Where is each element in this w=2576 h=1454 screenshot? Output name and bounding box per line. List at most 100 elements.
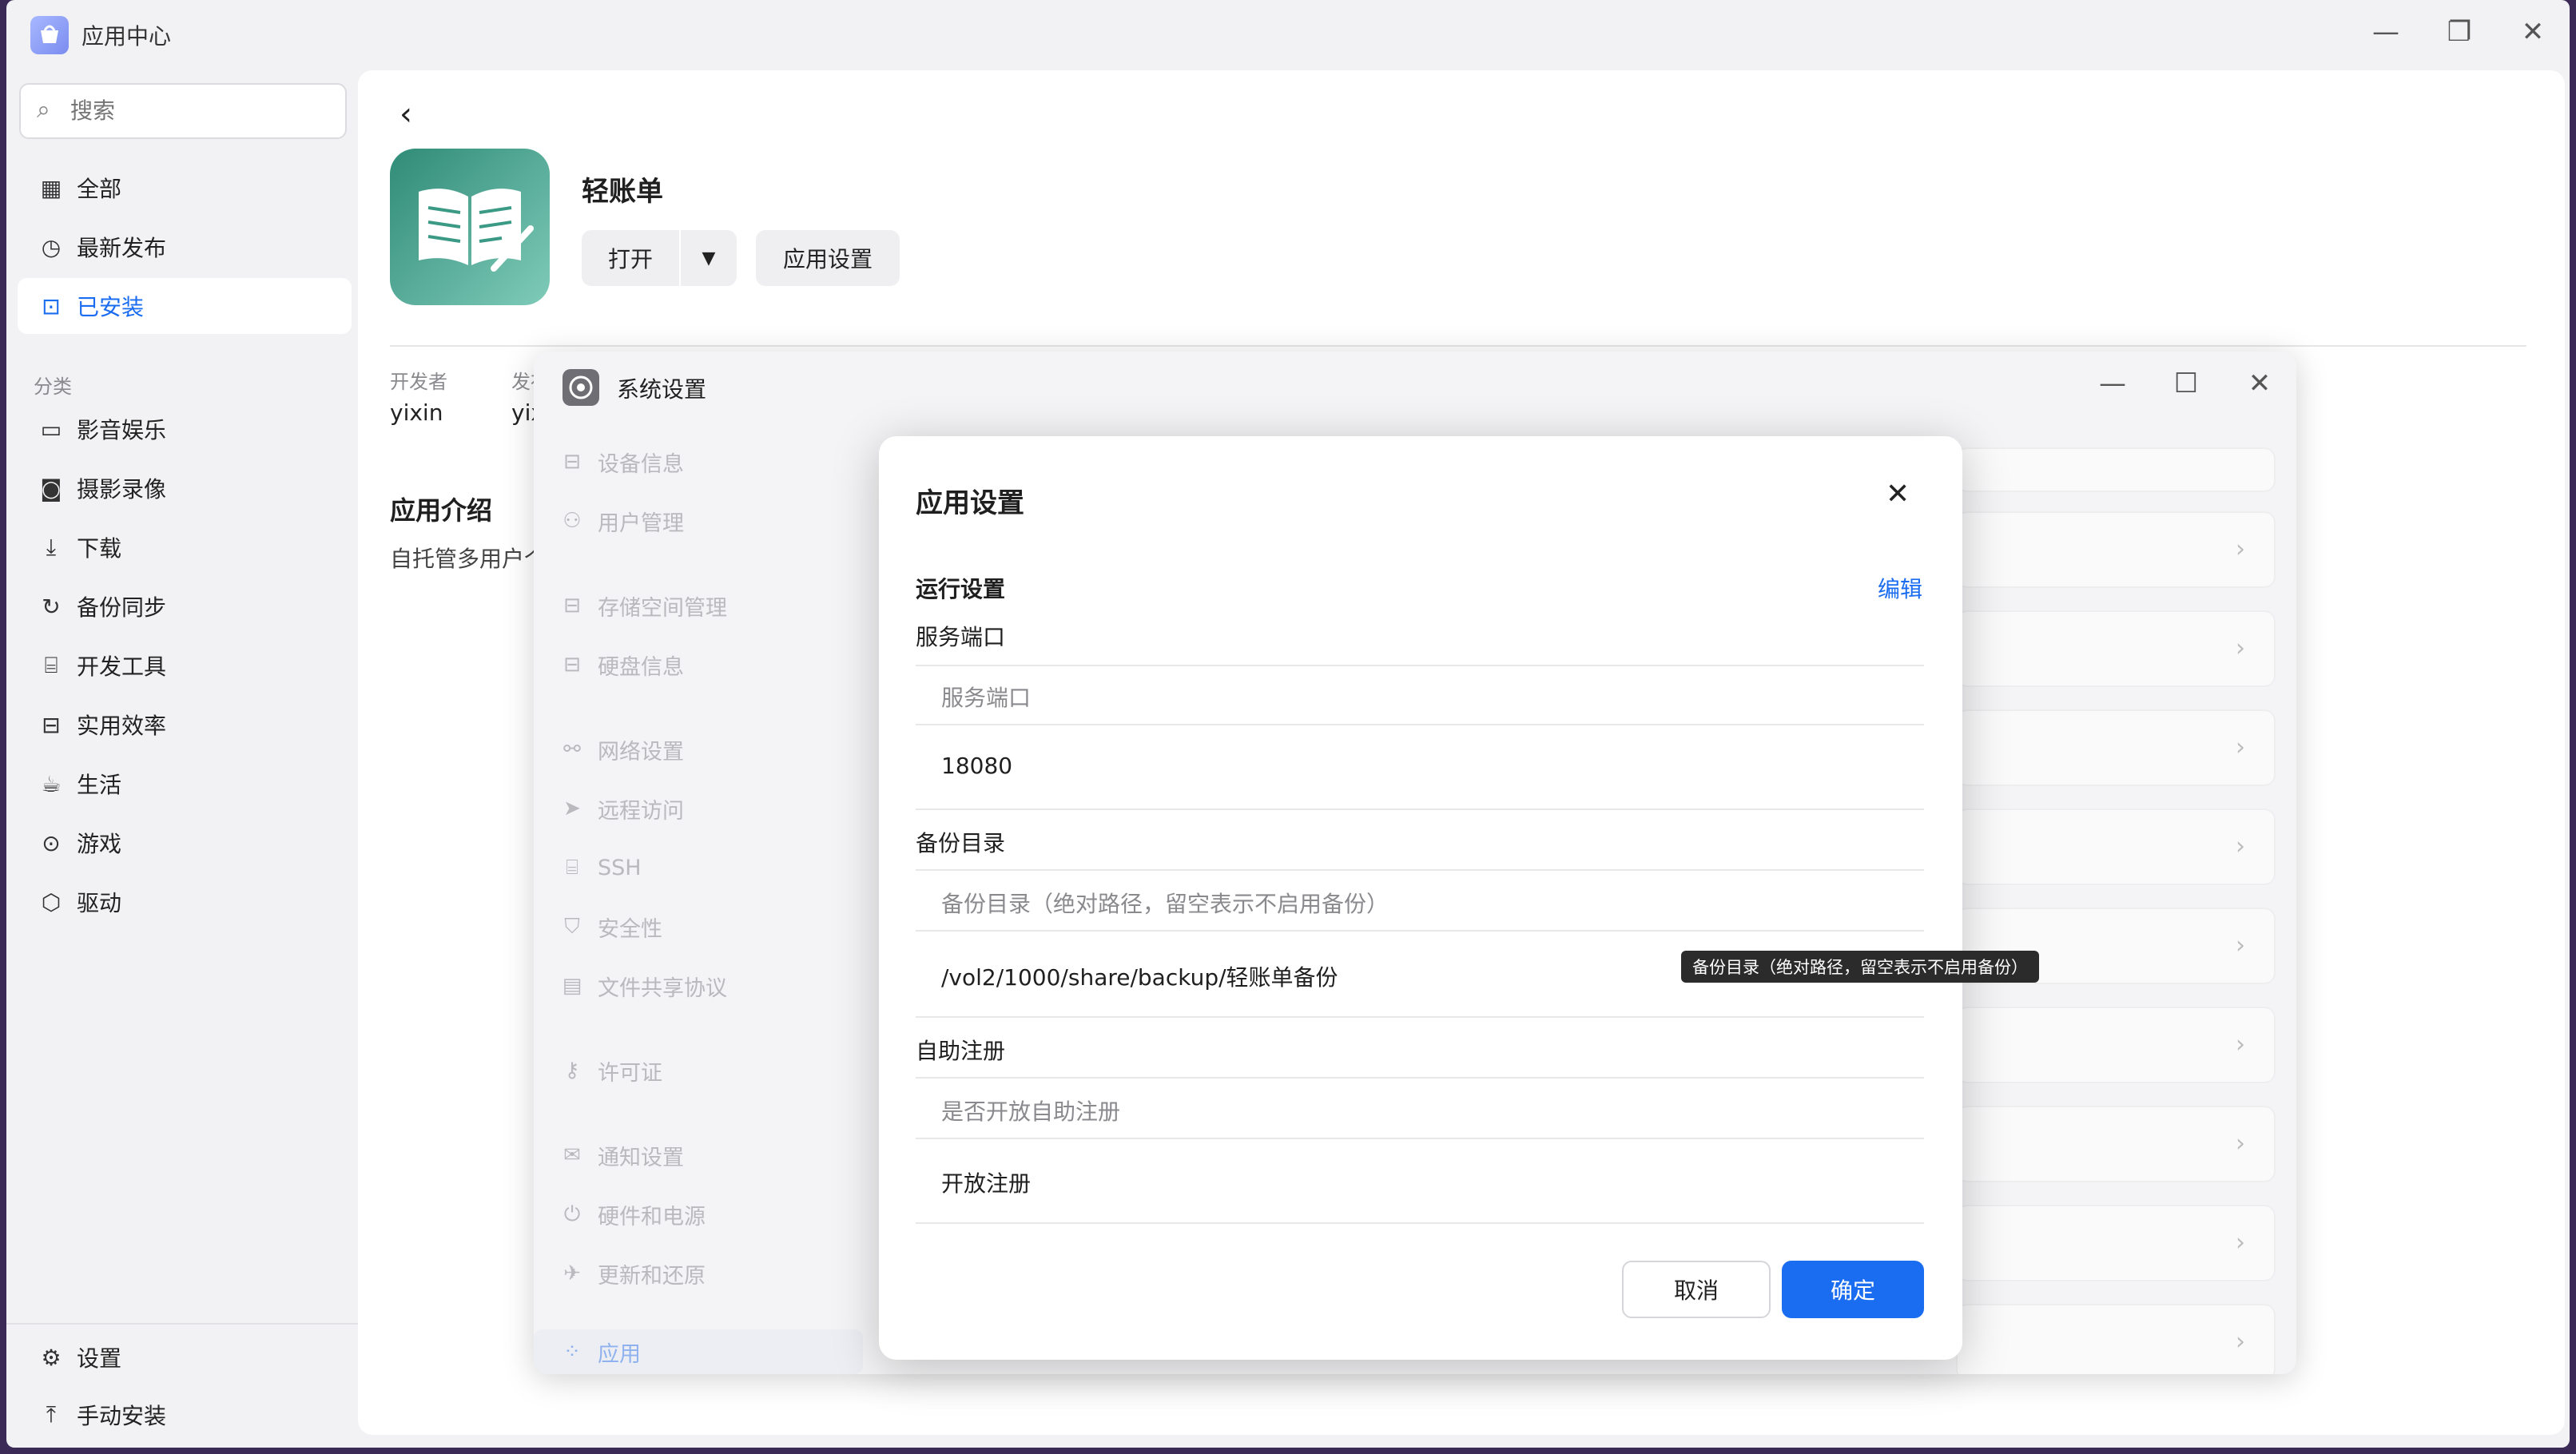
manual-install-label: 手动安装 <box>77 1403 167 1429</box>
background-row: › <box>1956 1007 2276 1083</box>
app-logo-icon <box>30 16 69 54</box>
open-button[interactable]: 打开 <box>582 230 679 286</box>
registration-value[interactable]: 开放注册 <box>941 1166 1031 1198</box>
menu-user-management[interactable]: ⚇ 用户管理 <box>534 499 853 543</box>
back-icon[interactable]: ‹ <box>400 96 412 133</box>
cube-icon: ⬡ <box>41 888 62 916</box>
menu-label: 许可证 <box>598 1060 662 1086</box>
confirm-button[interactable]: 确定 <box>1782 1261 1924 1318</box>
menu-label: 设备信息 <box>598 451 684 477</box>
briefcase-icon: ⊟ <box>42 711 61 738</box>
divider <box>916 1077 1924 1079</box>
clock-icon: ◷ <box>41 233 62 260</box>
cup-icon: ☕ <box>41 770 62 797</box>
app-settings-button[interactable]: 应用设置 <box>756 230 900 286</box>
code-icon: ⌸ <box>44 652 58 678</box>
video-icon: ▭ <box>40 415 62 443</box>
upload-icon: ⤒ <box>46 1401 57 1428</box>
intro-text: 自托管多用户个 <box>390 546 547 572</box>
port-value[interactable]: 18080 <box>941 753 1012 779</box>
cancel-button[interactable]: 取消 <box>1622 1261 1771 1318</box>
download-icon: ⤓ <box>46 534 57 560</box>
sync-icon: ↻ <box>42 593 61 620</box>
sidebar-divider <box>6 1323 358 1325</box>
menu-security[interactable]: ⛉ 安全性 <box>534 904 853 949</box>
category-label: 实用效率 <box>77 713 167 739</box>
dialog-close-icon[interactable]: ✕ <box>1886 478 1910 510</box>
category-heading: 分类 <box>34 375 72 398</box>
nav-label: 已安装 <box>77 294 145 320</box>
manual-install-item[interactable]: ⤒ 手动安装 <box>18 1387 352 1443</box>
backup-heading: 备份目录 <box>916 830 1006 856</box>
menu-label: 通知设置 <box>598 1145 684 1170</box>
file-icon: ▤ <box>562 974 582 998</box>
menu-label: 存储空间管理 <box>598 595 727 621</box>
category-item[interactable]: ⊟ 实用效率 <box>18 697 352 753</box>
backup-field-label: 备份目录（绝对路径，留空表示不启用备份） <box>941 891 1389 917</box>
gear-icon: ⚙ <box>41 1344 62 1371</box>
menu-apps[interactable]: ⁘ 应用 <box>534 1329 863 1374</box>
nav-item-installed[interactable]: ⊡ 已安装 <box>18 278 352 334</box>
app-icon <box>390 149 550 305</box>
menu-device-info[interactable]: ⊟ 设备信息 <box>534 439 853 484</box>
gamepad-icon: ⊙ <box>42 829 61 856</box>
title-bar: 应用中心 — ❐ ✕ <box>6 0 2570 70</box>
settings-minimize-button[interactable]: — <box>2089 367 2137 399</box>
minimize-button[interactable]: — <box>2362 16 2410 48</box>
category-item[interactable]: ↻ 备份同步 <box>18 578 352 634</box>
category-item[interactable]: ☕ 生活 <box>18 756 352 812</box>
menu-disk-info[interactable]: ⊟ 硬盘信息 <box>534 642 853 687</box>
divider <box>916 665 1924 666</box>
dialog-title: 应用设置 <box>916 487 1024 519</box>
menu-update-restore[interactable]: ✈ 更新和还原 <box>534 1251 853 1296</box>
category-item[interactable]: ◙ 摄影录像 <box>18 460 352 516</box>
mail-icon: ✉ <box>563 1143 581 1167</box>
settings-item[interactable]: ⚙ 设置 <box>18 1329 352 1385</box>
open-dropdown-button[interactable]: ▼ <box>681 230 737 286</box>
category-item[interactable]: ⤓ 下载 <box>18 519 352 575</box>
menu-notifications[interactable]: ✉ 通知设置 <box>534 1133 853 1178</box>
close-button[interactable]: ✕ <box>2509 16 2557 48</box>
divider <box>916 1016 1924 1018</box>
terminal-icon: ⌸ <box>566 855 578 880</box>
chevron-down-icon: ▼ <box>702 248 716 268</box>
drive-icon: ⊟ <box>563 450 581 474</box>
restore-button[interactable]: ❐ <box>2435 16 2483 48</box>
category-label: 备份同步 <box>77 594 167 621</box>
search-input[interactable] <box>69 94 336 128</box>
nav-item-all[interactable]: ▦ 全部 <box>18 160 352 216</box>
cancel-label: 取消 <box>1673 1277 1719 1304</box>
settings-maximize-button[interactable]: ☐ <box>2162 367 2210 399</box>
settings-close-button[interactable]: ✕ <box>2236 367 2284 399</box>
edit-link[interactable]: 编辑 <box>1878 572 1922 604</box>
menu-storage[interactable]: ⊟ 存储空间管理 <box>534 583 853 628</box>
menu-hardware-power[interactable]: ⏻ 硬件和电源 <box>534 1192 853 1237</box>
apps-icon: ⁘ <box>563 1340 581 1364</box>
category-item[interactable]: ⬡ 驱动 <box>18 874 352 930</box>
menu-label: 文件共享协议 <box>598 975 727 1001</box>
developer-label: 开发者 <box>390 371 447 393</box>
menu-network[interactable]: ⚯ 网络设置 <box>534 727 853 772</box>
divider <box>916 1138 1924 1139</box>
menu-remote-access[interactable]: ➤ 远程访问 <box>534 786 853 831</box>
category-label: 开发工具 <box>77 654 167 680</box>
section-title: 运行设置 <box>916 576 1006 602</box>
installed-icon: ⊡ <box>42 292 61 320</box>
background-row: › <box>1956 709 2276 786</box>
divider <box>916 930 1924 932</box>
menu-file-sharing[interactable]: ▤ 文件共享协议 <box>534 963 853 1008</box>
category-item[interactable]: ⊙ 游戏 <box>18 815 352 871</box>
users-icon: ⚇ <box>563 509 582 533</box>
chevron-right-icon: › <box>2236 634 2245 662</box>
menu-ssh[interactable]: ⌸ SSH <box>534 845 853 890</box>
menu-license[interactable]: ⚷ 许可证 <box>534 1048 853 1093</box>
search-box[interactable]: ⌕ <box>19 83 347 139</box>
category-item[interactable]: ▭ 影音娱乐 <box>18 401 352 457</box>
category-label: 摄影录像 <box>77 476 167 503</box>
backup-value[interactable]: /vol2/1000/share/backup/轻账单备份 <box>941 960 1338 992</box>
background-row: › <box>1956 1304 2276 1374</box>
nav-item-latest[interactable]: ◷ 最新发布 <box>18 219 352 275</box>
key-icon: ⚷ <box>564 1059 580 1083</box>
divider <box>390 345 2526 347</box>
category-item[interactable]: ⌸ 开发工具 <box>18 638 352 693</box>
